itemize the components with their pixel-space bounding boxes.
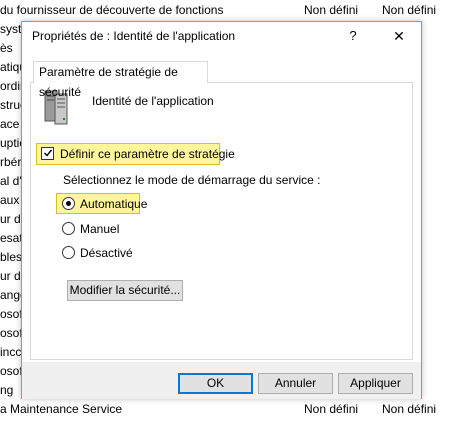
- tab-security-policy-setting[interactable]: Paramètre de stratégie de sécurité: [33, 61, 208, 99]
- apply-button[interactable]: Appliquer: [338, 373, 413, 394]
- radio-disabled[interactable]: [62, 246, 75, 259]
- list-item[interactable]: a Maintenance Service Non défini Non défin…: [0, 400, 453, 419]
- properties-dialog: Propriétés de : Identité de l'applicatio…: [21, 21, 422, 399]
- list-item-effective-setting: Non défini: [382, 3, 437, 17]
- radio-disabled-label[interactable]: Désactivé: [80, 246, 133, 260]
- radio-automatic-label[interactable]: Automatique: [80, 197, 147, 211]
- radio-manual-label[interactable]: Manuel: [80, 222, 119, 236]
- list-item-setting: Non défini: [304, 402, 359, 416]
- list-item[interactable]: du fournisseur de découverte de fonction…: [0, 1, 453, 20]
- list-item-name: a Maintenance Service: [0, 402, 123, 416]
- help-button[interactable]: ?: [338, 25, 368, 47]
- radio-automatic[interactable]: [62, 197, 75, 210]
- modify-security-button[interactable]: Modifier la sécurité...: [67, 280, 183, 301]
- cancel-button[interactable]: Annuler: [258, 373, 333, 394]
- list-item-effective-setting: Non défini: [382, 402, 437, 416]
- startup-mode-prompt: Sélectionnez le mode de démarrage du ser…: [63, 173, 321, 187]
- close-button[interactable]: ✕: [384, 25, 414, 47]
- ok-button[interactable]: OK: [178, 373, 253, 394]
- define-policy-label[interactable]: Définir ce paramètre de stratégie: [60, 147, 235, 161]
- app-name-label: Identité de l'application: [92, 94, 214, 108]
- define-policy-checkbox[interactable]: [41, 147, 54, 160]
- checkmark-icon: [44, 149, 52, 157]
- list-item-name: du fournisseur de découverte de fonction…: [0, 3, 224, 17]
- tab-panel: [30, 82, 413, 360]
- list-item-setting: Non défini: [304, 3, 359, 17]
- dialog-title: Propriétés de : Identité de l'applicatio…: [32, 29, 236, 43]
- dialog-titlebar[interactable]: Propriétés de : Identité de l'applicatio…: [22, 22, 421, 51]
- radio-manual[interactable]: [62, 222, 75, 235]
- radio-selected-dot: [66, 201, 71, 206]
